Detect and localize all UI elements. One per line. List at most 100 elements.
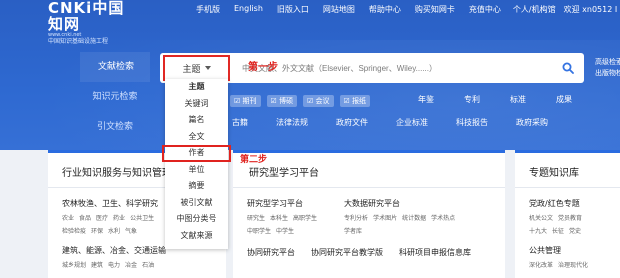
- logo-main: CNKi中国知网: [48, 0, 125, 33]
- collab-row: 协同研究平台 协同研究平台教学版 科研项目申报信息库: [233, 247, 505, 258]
- logo-sub: 中国知识基础设施工程: [48, 38, 109, 45]
- tag[interactable]: 环保: [91, 228, 103, 235]
- subject-law[interactable]: 法律法规: [276, 117, 308, 128]
- check-thesis-label: 博硕: [279, 97, 294, 105]
- dd-option-keyword[interactable]: 关键词: [165, 96, 228, 113]
- check-thesis[interactable]: ☑ 博硕: [266, 95, 298, 107]
- tag[interactable]: 学术热点: [431, 215, 455, 222]
- check-journal-label: 期刊: [242, 97, 257, 105]
- tag[interactable]: 食品: [79, 215, 91, 222]
- tag[interactable]: 石油: [142, 262, 154, 269]
- tag[interactable]: 气象: [125, 228, 137, 235]
- tag[interactable]: 建筑: [91, 262, 103, 269]
- nav-personal[interactable]: 个人/机构馆: [513, 4, 556, 15]
- tag[interactable]: 药业: [113, 215, 125, 222]
- check-journal[interactable]: ☑ 期刊: [230, 95, 261, 107]
- tag[interactable]: 城乡规划: [62, 262, 86, 269]
- tag[interactable]: 专利分析: [344, 215, 368, 222]
- tag[interactable]: 统计数据: [402, 215, 426, 222]
- dd-option-source[interactable]: 文献来源: [165, 228, 228, 245]
- search-button[interactable]: [551, 53, 584, 83]
- section-title[interactable]: 研究型学习平台: [247, 198, 322, 209]
- tag[interactable]: 十九大: [529, 228, 547, 235]
- tag[interactable]: 机关公文: [529, 215, 553, 222]
- advanced-search-link[interactable]: 高级检索: [595, 57, 620, 68]
- research-learning-block: 研究型学习平台 研究生 本科生 高职学生 中职学生 中学生: [247, 188, 322, 235]
- tag[interactable]: 长征: [552, 228, 564, 235]
- dd-option-institution[interactable]: 单位: [165, 162, 228, 179]
- tab-citation-search[interactable]: 引文检索: [80, 112, 150, 142]
- check-conference[interactable]: ☑ 会议: [303, 95, 334, 107]
- nav-buy-card[interactable]: 购买知网卡: [415, 4, 455, 15]
- section-title[interactable]: 党政/红色专题: [529, 198, 606, 209]
- nav-old-version[interactable]: 旧版入口: [277, 4, 309, 15]
- tag[interactable]: 本科生: [270, 215, 288, 222]
- nav-mobile[interactable]: 手机版: [196, 4, 220, 15]
- dd-option-fulltext[interactable]: 全文: [165, 129, 228, 146]
- field-dropdown-menu: 主题 关键词 篇名 全文 作者 单位 摘要 被引文献 中图分类号 文献来源: [162, 79, 231, 249]
- cnki-logo[interactable]: CNKi中国知网 www.cnki.net 中国知识基础设施工程: [48, 0, 138, 46]
- dd-option-title[interactable]: 篇名: [165, 112, 228, 129]
- subject-gov-procurement[interactable]: 政府采购: [516, 117, 548, 128]
- tag[interactable]: 农业: [62, 215, 74, 222]
- field-select[interactable]: 主题: [163, 55, 230, 81]
- dd-option-abstract[interactable]: 摘要: [165, 178, 228, 195]
- subject-tech-report[interactable]: 科技报告: [456, 117, 488, 128]
- nav-help[interactable]: 帮助中心: [369, 4, 401, 15]
- cat-patent[interactable]: 专利: [464, 94, 480, 105]
- tag[interactable]: 党史: [569, 228, 581, 235]
- subject-ancient-books[interactable]: 古籍: [232, 117, 248, 128]
- tab-literature-search[interactable]: 文献检索: [80, 52, 150, 82]
- tag[interactable]: 中职学生: [247, 228, 271, 235]
- section-title[interactable]: 大数据研究平台: [344, 198, 460, 209]
- check-newspaper[interactable]: ☑ 报纸: [339, 95, 371, 107]
- advanced-links: 高级检索 出版物检索: [595, 57, 620, 79]
- tag[interactable]: 电力: [108, 262, 120, 269]
- dd-option-author[interactable]: 作者: [162, 145, 231, 162]
- tag[interactable]: 党员教育: [558, 215, 582, 222]
- tag[interactable]: 冶金: [125, 262, 137, 269]
- step1-annotation: 第一步: [248, 62, 278, 73]
- cat-achievement[interactable]: 成果: [556, 94, 572, 105]
- publication-search-link[interactable]: 出版物检索: [595, 68, 620, 79]
- tag[interactable]: 深化改革: [529, 262, 553, 269]
- tag[interactable]: 学术图片: [373, 215, 397, 222]
- subject-links: 古籍 法律法规 政府文件 企业标准 科技报告 政府采购: [232, 117, 548, 128]
- tag[interactable]: 检验检疫: [62, 228, 86, 235]
- resource-checks: ☑ 期刊 ☑ 博硕 ☑ 会议 ☑ 报纸: [230, 95, 371, 107]
- tag[interactable]: 水利: [108, 228, 120, 235]
- dd-option-cited[interactable]: 被引文献: [165, 195, 228, 212]
- tag[interactable]: 治理现代化: [558, 262, 588, 269]
- search-input[interactable]: [240, 53, 540, 83]
- collab-platform-link[interactable]: 协同研究平台: [247, 247, 295, 258]
- tag-row: 十九大 长征 党史: [529, 226, 606, 235]
- cat-standard[interactable]: 标准: [510, 94, 526, 105]
- nav-user[interactable]: 欢迎 xn0512 I 深圳职业技术学...: [564, 4, 620, 15]
- section-title[interactable]: 公共管理: [529, 245, 606, 256]
- collab-teaching-link[interactable]: 协同研究平台教学版: [311, 247, 383, 258]
- resource-categories: 年鉴 专利 标准 成果: [418, 94, 572, 105]
- subject-enterprise-std[interactable]: 企业标准: [396, 117, 428, 128]
- tag[interactable]: 公共卫生: [130, 215, 154, 222]
- check-newspaper-label: 报纸: [352, 97, 367, 105]
- subject-gov-docs[interactable]: 政府文件: [336, 117, 368, 128]
- tag[interactable]: 学者库: [344, 228, 362, 235]
- tag-row: 研究生 本科生 高职学生: [247, 213, 322, 222]
- tag[interactable]: 研究生: [247, 215, 265, 222]
- dd-option-clc[interactable]: 中图分类号: [165, 211, 228, 228]
- tab-knowledge-search[interactable]: 知识元检索: [80, 82, 150, 112]
- research-platform-card: 研究型学习平台 研究型学习平台 研究生 本科生 高职学生 中职学生 中学生 大数据研究…: [233, 150, 505, 278]
- topic-knowledge-card: 专题知识库 党政/红色专题 机关公文 党员教育 十九大 长征 党史 公共管理 深化改革…: [515, 150, 620, 278]
- cat-yearbook[interactable]: 年鉴: [418, 94, 434, 105]
- dd-option-subject[interactable]: 主题: [165, 79, 228, 96]
- tag[interactable]: 中学生: [276, 228, 294, 235]
- chevron-down-icon: [204, 63, 211, 73]
- field-select-label: 主题: [182, 64, 201, 75]
- nav-recharge[interactable]: 充值中心: [469, 4, 501, 15]
- tag[interactable]: 医疗: [96, 215, 108, 222]
- tag-row: 城乡规划 建筑 电力 冶金 石油: [62, 260, 212, 269]
- nav-sitemap[interactable]: 网站地图: [323, 4, 355, 15]
- nav-english[interactable]: English: [234, 4, 263, 15]
- project-info-link[interactable]: 科研项目申报信息库: [399, 247, 471, 258]
- tag[interactable]: 高职学生: [293, 215, 317, 222]
